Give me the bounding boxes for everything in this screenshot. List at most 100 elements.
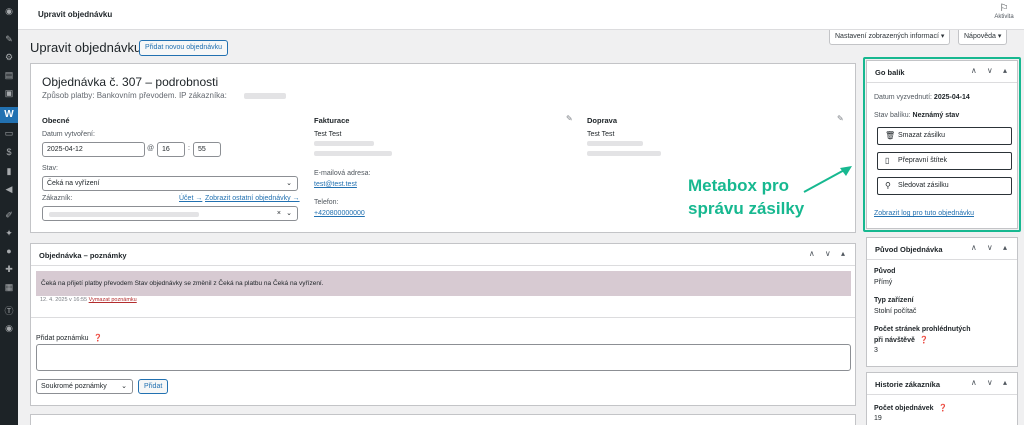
pickup-label: Datum vyzvednutí:: [874, 94, 932, 101]
products-icon[interactable]: ▭: [4, 128, 14, 138]
redacted-ip: [244, 93, 286, 99]
pin-icon[interactable]: ✎: [4, 34, 14, 44]
billing-heading: Fakturace: [314, 116, 350, 125]
track-shipment-label: Sledovat zásilku: [898, 182, 949, 189]
chevron-down-icon: ⌄: [286, 180, 292, 187]
box-controls-icon[interactable]: ∧ ∨ ▴: [971, 243, 1011, 252]
activity-button[interactable]: ⚐ Aktivita: [992, 3, 1016, 20]
chevron-down-icon: ⌄: [286, 210, 292, 217]
phone-label: Telefon:: [314, 199, 339, 206]
notes-header[interactable]: Objednávka – poznámky ∧ ∨ ▴: [31, 244, 855, 266]
payments-icon[interactable]: $: [4, 147, 14, 157]
annotation-line-1: Metabox pro: [688, 176, 790, 195]
analytics-icon[interactable]: ▮: [4, 166, 14, 176]
admin-sidebar: ◉ ✎ ⚙ ▤ ▣ W ▭ $ ▮ ◀ ✐ ✦ ● ✚ ▦ Ⓣ ◉: [0, 0, 18, 425]
help-button[interactable]: Nápověda ▾: [958, 30, 1008, 45]
dashboard-icon[interactable]: ◉: [4, 6, 14, 16]
add-new-order-button[interactable]: Přidat novou objednávku: [139, 40, 229, 56]
help-icon[interactable]: ❓: [938, 405, 947, 412]
collapse-icon[interactable]: ◉: [4, 323, 14, 333]
package-status-value: Neznámý stav: [912, 112, 960, 119]
note-text: Čeká na přijetí platby převodem Stav obj…: [41, 280, 324, 287]
appearance-icon[interactable]: ✐: [4, 210, 14, 220]
track-shipment-button[interactable]: ⚲ Sledovat zásilku: [877, 177, 1012, 195]
order-title: Objednávka č. 307 – podrobnosti: [42, 75, 219, 89]
plugins2-icon[interactable]: ✦: [4, 228, 14, 238]
users-icon[interactable]: ●: [4, 246, 14, 256]
help-icon[interactable]: ❓: [920, 337, 929, 344]
pages-label-2: při návštěvě ❓: [874, 336, 929, 344]
delete-shipment-button[interactable]: 🗑 Smazat zásilku: [877, 127, 1012, 145]
annotation-line-2: správu zásilky: [688, 199, 805, 218]
customer-select[interactable]: × ⌄: [42, 206, 298, 221]
at-symbol: @: [147, 145, 155, 152]
device-label: Typ zařízení: [874, 297, 914, 304]
woocommerce-icon[interactable]: W: [0, 107, 18, 123]
redacted-billing-address: [314, 141, 374, 146]
edit-shipping-icon[interactable]: ✎: [837, 114, 844, 123]
customer-profile-link[interactable]: Účet →: [179, 195, 202, 202]
header-title: Upravit objednávku: [38, 10, 113, 19]
pages-icon[interactable]: ▤: [4, 70, 14, 80]
customer-orders-link[interactable]: Zobrazit ostatní objednávky →: [205, 195, 300, 202]
history-header[interactable]: Historie zákazníka ∧ ∨ ▴: [867, 373, 1017, 395]
email-label: E-mailová adresa:: [314, 170, 371, 177]
gobalik-header[interactable]: Go balík ∧ ∨ ▴: [867, 61, 1017, 83]
edit-billing-icon[interactable]: ✎: [566, 114, 573, 123]
billing-name: Test Test: [314, 131, 342, 138]
shipping-heading: Doprava: [587, 116, 618, 125]
add-note-button[interactable]: Přidat: [138, 379, 169, 394]
box-controls-icon[interactable]: ∧ ∨ ▴: [971, 378, 1011, 387]
order-minute-input[interactable]: 55: [193, 142, 221, 157]
box-controls-icon[interactable]: ∧ ∨ ▴: [971, 66, 1011, 75]
redacted-shipping-city: [587, 151, 661, 156]
order-hour-input[interactable]: 16: [157, 142, 185, 157]
activity-label: Aktivita: [994, 14, 1014, 20]
pickup-date: 2025-04-14: [933, 94, 970, 101]
tools-icon[interactable]: ✚: [4, 264, 14, 274]
note-bubble: Čeká na přijetí platby převodem Stav obj…: [36, 271, 851, 296]
redacted-billing-city: [314, 151, 392, 156]
note-textarea[interactable]: [36, 344, 851, 371]
page-heading: Upravit objednávku: [30, 40, 142, 55]
origin-label: Původ: [874, 268, 896, 275]
delete-shipment-label: Smazat zásilku: [898, 132, 946, 139]
order-date-input[interactable]: 2025-04-12: [42, 142, 145, 157]
gobalik-heading: Go balík: [875, 68, 905, 77]
billing-phone-link[interactable]: +420800000000: [314, 210, 365, 217]
origin-header[interactable]: Původ Objednávka ∧ ∨ ▴: [867, 238, 1017, 260]
delete-note-link[interactable]: Vymazat poznámku: [89, 297, 137, 303]
orders-count-label-text: Počet objednávek: [874, 405, 934, 412]
add-note-label: Přidat poznámku ❓: [36, 334, 102, 342]
device-value: Stolní počítač: [874, 308, 917, 315]
circle-t-icon[interactable]: Ⓣ: [4, 306, 14, 316]
marketing-icon[interactable]: ◀: [4, 184, 14, 194]
order-subtitle: Způsob platby: Bankovním převodem. IP zá…: [42, 91, 227, 100]
redacted-customer: [49, 212, 199, 217]
time-separator: :: [188, 145, 190, 152]
billing-email-link[interactable]: test@test.test: [314, 181, 357, 188]
origin-box: Původ Objednávka ∧ ∨ ▴ Původ Přímý Typ z…: [866, 237, 1018, 367]
clear-icon[interactable]: ×: [277, 207, 281, 221]
top-header: Upravit objednávku ⚐ Aktivita: [18, 0, 1024, 30]
screen-options-button[interactable]: Nastavení zobrazených informací ▾: [829, 30, 951, 45]
note-type-select[interactable]: Soukromé poznámky ⌄: [36, 379, 133, 394]
customer-history-box: Historie zákazníka ∧ ∨ ▴ Počet objednáve…: [866, 372, 1018, 425]
status-label: Stav:: [42, 165, 58, 172]
orders-count-label: Počet objednávek ❓: [874, 404, 947, 412]
shipping-label-button[interactable]: ▯ Přepravní štítek: [877, 152, 1012, 170]
comments-icon[interactable]: ▣: [4, 88, 14, 98]
origin-value: Přímý: [874, 279, 893, 286]
plugins-icon[interactable]: ⚙: [4, 52, 14, 62]
created-label: Datum vytvoření:: [42, 131, 95, 138]
chevron-down-icon: ⌄: [121, 383, 127, 390]
order-status-select[interactable]: Čeká na vyřízení ⌄: [42, 176, 298, 191]
pages-label-1: Počet stránek prohlédnutých: [874, 326, 971, 333]
view-log-link[interactable]: Zobrazit log pro tuto objednávku: [874, 210, 974, 217]
help-icon[interactable]: ❓: [93, 335, 102, 342]
box-controls-icon[interactable]: ∧ ∨ ▴: [809, 249, 849, 258]
shipping-name: Test Test: [587, 131, 615, 138]
general-heading: Obecné: [42, 116, 70, 125]
settings-icon[interactable]: ▦: [4, 282, 14, 292]
document-icon: ▯: [885, 156, 890, 165]
